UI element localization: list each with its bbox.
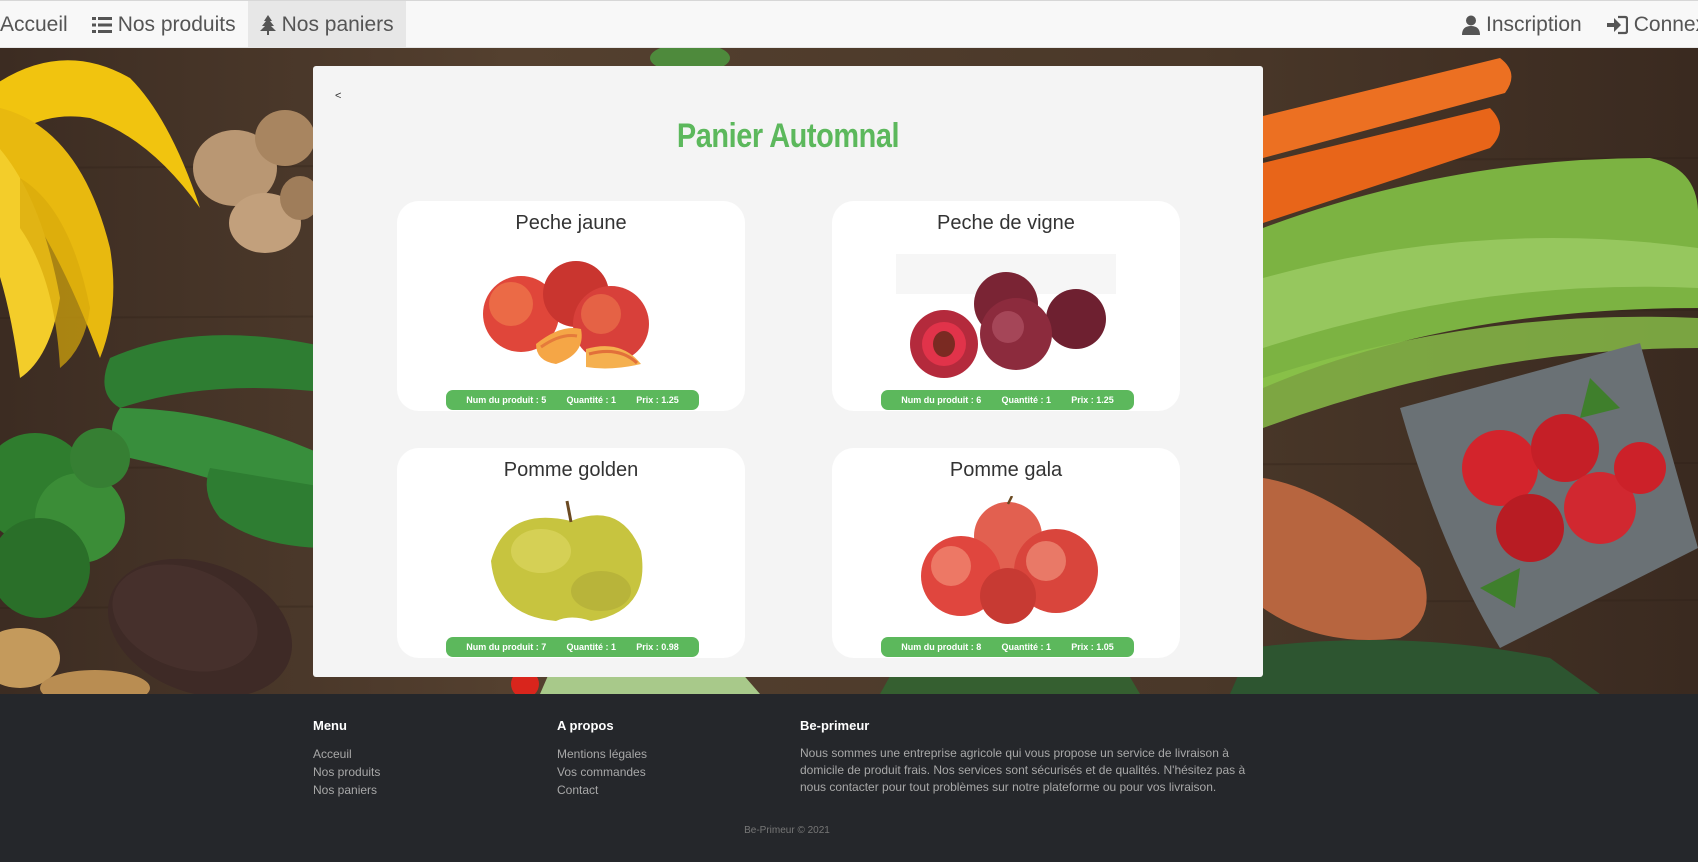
product-price: Prix : 1.25 — [1071, 395, 1114, 405]
footer-company-heading: Be-primeur — [800, 718, 870, 733]
product-card[interactable]: Peche jaune Num du produit : 5 Quantité … — [397, 201, 745, 411]
product-num: Num du produit : 8 — [901, 642, 982, 652]
product-card[interactable]: Peche de vigne Num du produit : 6 Quanti… — [832, 201, 1180, 411]
product-qty: Quantité : 1 — [1001, 642, 1051, 652]
product-info: Num du produit : 7 Quantité : 1 Prix : 0… — [446, 637, 699, 657]
footer-link-mentions-legales[interactable]: Mentions légales — [557, 745, 647, 763]
footer-menu: Menu Acceuil Nos produits Nos paniers — [313, 718, 380, 799]
footer-company: Be-primeur Nous sommes une entreprise ag… — [800, 718, 1260, 796]
product-card[interactable]: Pomme gala Num du produit : 8 Quantité :… — [832, 448, 1180, 658]
footer-about-heading: A propos — [557, 718, 614, 733]
footer-link-nos-produits[interactable]: Nos produits — [313, 763, 380, 781]
product-name: Peche jaune — [515, 212, 627, 234]
navbar: Accueil Nos produits Nos paniers Inscrip… — [0, 0, 1698, 48]
list-icon — [91, 16, 112, 34]
peach-image — [483, 261, 649, 369]
gala-apple-image — [921, 496, 1098, 624]
nav-nos-paniers-label: Nos paniers — [281, 12, 394, 36]
nav-nos-produits[interactable]: Nos produits — [80, 1, 248, 47]
footer-about: A propos Mentions légales Vos commandes … — [557, 718, 647, 799]
nav-accueil-label: Accueil — [0, 12, 68, 36]
nav-connexion[interactable]: Connexion — [1594, 1, 1698, 47]
product-info: Num du produit : 6 Quantité : 1 Prix : 1… — [881, 390, 1134, 410]
basket-panel: < Panier Automnal Peche jaune Num du pro… — [313, 66, 1263, 677]
product-info: Num du produit : 8 Quantité : 1 Prix : 1… — [881, 637, 1134, 657]
nav-nos-produits-label: Nos produits — [117, 12, 236, 36]
product-num: Num du produit : 5 — [466, 395, 547, 405]
product-num: Num du produit : 7 — [466, 642, 547, 652]
footer-menu-heading: Menu — [313, 718, 347, 733]
user-icon — [1462, 15, 1480, 35]
copyright: Be-Primeur © 2021 — [744, 825, 830, 836]
product-num: Num du produit : 6 — [901, 395, 982, 405]
product-price: Prix : 0.98 — [636, 642, 679, 652]
product-name: Pomme golden — [503, 459, 639, 481]
footer-link-contact[interactable]: Contact — [557, 781, 647, 799]
product-qty: Quantité : 1 — [566, 642, 616, 652]
back-link[interactable]: < — [335, 90, 341, 102]
navbar-right: Inscription Connexion — [1450, 1, 1698, 47]
footer-company-text: Nous sommes une entreprise agricole qui … — [800, 746, 1246, 794]
footer-link-nos-paniers[interactable]: Nos paniers — [313, 781, 380, 799]
navbar-left: Accueil Nos produits Nos paniers — [0, 1, 406, 47]
product-card[interactable]: Pomme golden Num du produit : 7 Quantité… — [397, 448, 745, 658]
nav-accueil[interactable]: Accueil — [0, 1, 80, 47]
product-qty: Quantité : 1 — [566, 395, 616, 405]
footer-link-accueil[interactable]: Acceuil — [313, 745, 380, 763]
product-price: Prix : 1.05 — [1071, 642, 1114, 652]
product-qty: Quantité : 1 — [1001, 395, 1051, 405]
nav-inscription-label: Inscription — [1486, 12, 1582, 36]
sign-in-icon — [1606, 15, 1628, 35]
product-info: Num du produit : 5 Quantité : 1 Prix : 1… — [446, 390, 699, 410]
golden-apple-image — [491, 500, 643, 621]
nav-nos-paniers[interactable]: Nos paniers — [247, 1, 406, 47]
tree-icon — [259, 14, 276, 35]
footer: Menu Acceuil Nos produits Nos paniers A … — [0, 694, 1698, 862]
nav-connexion-label: Connexion — [1633, 12, 1698, 36]
vine-peach-image — [896, 254, 1116, 378]
product-name: Peche de vigne — [937, 212, 1075, 234]
product-name: Pomme gala — [949, 459, 1063, 481]
nav-inscription[interactable]: Inscription — [1450, 1, 1594, 47]
page-title: Panier Automnal — [676, 117, 900, 155]
product-price: Prix : 1.25 — [636, 395, 679, 405]
footer-link-vos-commandes[interactable]: Vos commandes — [557, 763, 647, 781]
